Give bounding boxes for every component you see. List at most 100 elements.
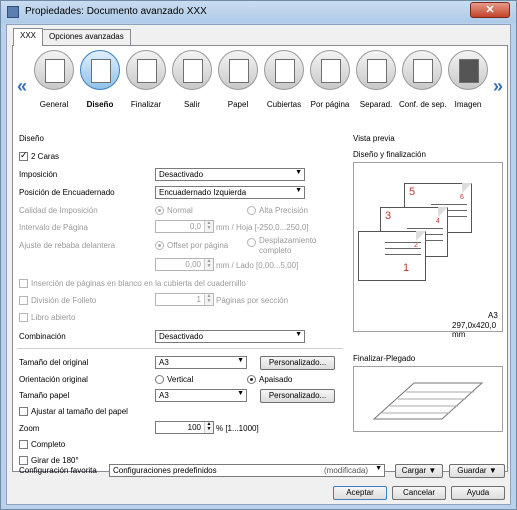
landscape-radio[interactable] <box>247 375 256 384</box>
general-icon <box>45 59 65 83</box>
layout-settings-pane: Diseño 2 Caras Imposición Desactivado▼ P… <box>15 134 345 472</box>
landscape-label: Apaisado <box>259 375 293 384</box>
two-sided-checkbox[interactable] <box>19 150 28 161</box>
open-book-checkbox[interactable] <box>19 313 28 322</box>
quality-normal-label: Normal <box>167 206 193 215</box>
interval-input[interactable]: 0,0 ▲ ▼ <box>155 220 214 233</box>
finishing-icon <box>137 59 157 83</box>
chevron-down-icon: ▼ <box>237 357 244 364</box>
zoom-unit: % [1...1000] <box>216 424 259 433</box>
trim-shift-label: Desplazamiento completo <box>259 236 317 255</box>
paper-size-select[interactable]: A3 ▼ <box>155 389 247 402</box>
ok-button[interactable]: Aceptar <box>333 486 387 500</box>
layout-section-title: Diseño <box>19 134 44 143</box>
printer-app-icon <box>7 6 19 18</box>
complete-checkbox[interactable] <box>19 440 28 449</box>
covers-icon <box>275 59 295 83</box>
chevron-down-icon: ▼ <box>295 187 302 194</box>
combination-select[interactable]: Desactivado ▼ <box>155 330 305 343</box>
icon-separad[interactable]: Separad. <box>353 50 399 124</box>
save-button[interactable]: Guardar ▼ <box>449 464 505 478</box>
scroll-left-icon[interactable]: « <box>17 76 27 97</box>
icon-cubiertas[interactable]: Cubiertas <box>261 50 307 124</box>
folding-illustration <box>372 382 484 420</box>
icon-imagen[interactable]: Imagen <box>445 50 491 124</box>
separator-settings-icon <box>413 59 433 83</box>
fit-checkbox[interactable] <box>19 407 28 416</box>
paper-size-label: Tamaño papel <box>19 391 70 400</box>
feature-icon-bar: « General Diseño Finalizar Salir Papel C… <box>13 46 507 130</box>
load-button[interactable]: Cargar ▼ <box>395 464 443 478</box>
separators-icon <box>367 59 387 83</box>
orig-custom-button[interactable]: Personalizado... <box>260 356 335 370</box>
title-bar: Propiedades: Documento avanzado XXX ✕ <box>1 1 516 23</box>
layout-preview-title: Diseño y finalización <box>353 150 426 159</box>
favorite-select[interactable]: Configuraciones predefinidos (modificada)… <box>109 464 385 477</box>
chevron-down-icon: ▼ <box>375 465 382 472</box>
booklet-div-checkbox[interactable] <box>19 296 28 305</box>
section-divider <box>17 348 343 349</box>
imposition-select[interactable]: Desactivado ▼ <box>155 168 305 181</box>
cancel-button[interactable]: Cancelar <box>392 486 446 500</box>
icon-general[interactable]: General <box>31 50 77 124</box>
icon-por-pagina[interactable]: Por página <box>307 50 353 124</box>
paper-icon <box>229 59 249 83</box>
quality-high-label: Alta Precisión <box>259 206 308 215</box>
layout-icon <box>91 59 111 83</box>
insert-blank-checkbox[interactable] <box>19 279 28 288</box>
favorite-modified: (modificada) <box>323 466 368 475</box>
zoom-label: Zoom <box>19 424 40 433</box>
binding-label: Posición de Encuadernado <box>19 188 115 197</box>
chevron-down-icon: ▼ <box>295 169 302 176</box>
chevron-down-icon: ▼ <box>428 466 437 475</box>
interval-label: Intervalo de Página <box>19 223 88 232</box>
window-title: Propiedades: Documento avanzado XXX <box>25 6 207 17</box>
dialog-body: XXX Opciones avanzadas « General Diseño … <box>6 24 511 505</box>
scroll-right-icon[interactable]: » <box>493 76 503 97</box>
favorite-label: Configuración favorita <box>19 466 97 475</box>
trim-label: Ajuste de rebaba delantera <box>19 241 116 250</box>
icon-diseno[interactable]: Diseño <box>77 50 123 124</box>
quality-high-radio[interactable] <box>247 206 256 215</box>
rotate-checkbox[interactable] <box>19 456 28 465</box>
trim-input[interactable]: 0,00 ▲ ▼ <box>155 258 214 271</box>
interval-unit: mm / Hoja [-250,0...250,0] <box>216 223 309 232</box>
close-button[interactable]: ✕ <box>470 2 510 18</box>
two-sided-label: 2 Caras <box>31 152 60 161</box>
preview-size-label: A3 <box>488 311 498 320</box>
trim-offset-label: Offset por página <box>167 241 229 250</box>
portrait-radio[interactable] <box>155 375 164 384</box>
orig-size-select[interactable]: A3 ▼ <box>155 356 247 369</box>
image-icon <box>459 59 479 83</box>
trim-shift-radio[interactable] <box>247 238 256 247</box>
booklet-unit: Páginas por sección <box>216 296 289 305</box>
booklet-div-label: División de Folleto <box>31 296 97 305</box>
quality-normal-radio[interactable] <box>155 206 164 215</box>
booklet-input[interactable]: 1 ▲ ▼ <box>155 293 214 306</box>
chevron-down-icon: ▼ <box>295 331 302 338</box>
paper-custom-button[interactable]: Personalizado... <box>260 389 335 403</box>
tab-opciones-avanzadas[interactable]: Opciones avanzadas <box>42 29 131 45</box>
portrait-label: Vertical <box>167 375 194 384</box>
rotate-label: Girar de 180° <box>31 456 79 465</box>
help-button[interactable]: Ayuda <box>451 486 505 500</box>
trim-offset-radio[interactable] <box>155 241 164 250</box>
preview-title: Vista previa <box>353 134 395 143</box>
icon-conf-sep[interactable]: Conf. de sep. <box>399 50 447 124</box>
dialog-footer: Configuración favorita Configuraciones p… <box>7 464 512 506</box>
orig-size-label: Tamaño del original <box>19 358 89 367</box>
icon-salir[interactable]: Salir <box>169 50 215 124</box>
chevron-down-icon: ▼ <box>488 466 497 475</box>
zoom-input[interactable]: 100 ▲ ▼ <box>155 421 214 434</box>
tab-xxx[interactable]: XXX <box>13 28 44 46</box>
per-page-icon <box>321 59 341 83</box>
tab-panel: « General Diseño Finalizar Salir Papel C… <box>12 45 508 472</box>
folding-title: Finalizar-Plegado <box>353 354 416 363</box>
icon-papel[interactable]: Papel <box>215 50 261 124</box>
icon-finalizar[interactable]: Finalizar <box>123 50 169 124</box>
chevron-down-icon: ▼ <box>237 390 244 397</box>
folding-preview <box>353 366 503 432</box>
preview-page: 12 <box>358 231 426 281</box>
trim-unit: mm / Lado [0,00...5,00] <box>216 261 299 270</box>
binding-select[interactable]: Encuadernado Izquierda ▼ <box>155 186 305 199</box>
